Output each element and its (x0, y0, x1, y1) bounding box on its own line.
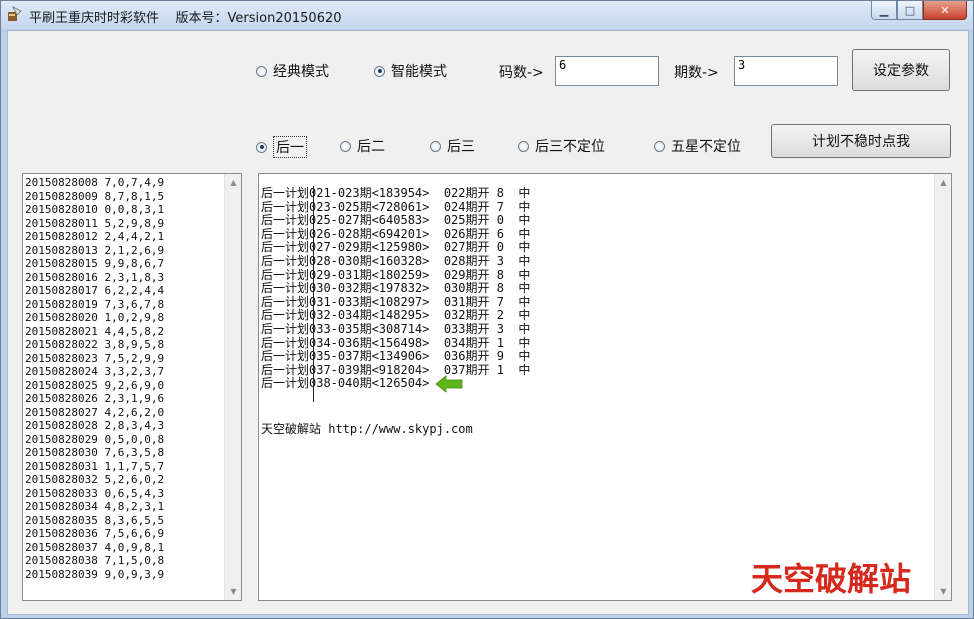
minimize-button[interactable]: ▁ (871, 1, 897, 20)
radio-last-three-label: 后三 (447, 139, 475, 155)
history-item[interactable]: 20150828009 8,7,8,1,5 (25, 190, 221, 204)
history-item[interactable]: 20150828012 2,4,4,2,1 (25, 230, 221, 244)
plan-line: 后一计划028-030期<160328> 028期开 3 中 (261, 253, 531, 268)
history-item[interactable]: 20150828022 3,8,9,5,8 (25, 338, 221, 352)
scroll-up-icon[interactable]: ▲ (935, 174, 952, 191)
radio-last-three-unfixed-label: 后三不定位 (535, 139, 605, 155)
history-scrollbar[interactable]: ▲ ▼ (224, 174, 241, 600)
periods-label: 期数-> (674, 65, 719, 81)
green-left-arrow-icon (435, 375, 463, 393)
codes-input[interactable]: 6 (555, 56, 659, 86)
plan-line: 后一计划038-040期<126504> (261, 376, 430, 391)
history-item[interactable]: 20150828026 2,3,1,9,6 (25, 392, 221, 406)
plan-line: 后一计划035-037期<134906> 036期开 9 中 (261, 349, 531, 364)
radio-indicator (256, 65, 267, 77)
set-params-button[interactable]: 设定参数 (852, 49, 950, 91)
radio-last-three-unfixed[interactable]: 后三不定位 (518, 136, 605, 156)
history-list: 20150828008 7,0,7,4,9 20150828009 8,7,8,1… (25, 176, 221, 581)
radio-indicator (654, 140, 665, 152)
maximize-button[interactable]: □ (897, 1, 923, 20)
history-item[interactable]: 20150828031 1,1,7,5,7 (25, 460, 221, 474)
history-item[interactable]: 20150828032 5,2,6,0,2 (25, 473, 221, 487)
radio-last-one[interactable]: 后一 (256, 136, 307, 158)
history-item[interactable]: 20150828024 3,3,2,3,7 (25, 365, 221, 379)
history-item[interactable]: 20150828028 2,8,3,4,3 (25, 419, 221, 433)
history-item[interactable]: 20150828033 0,6,5,4,3 (25, 487, 221, 501)
plan-scrollbar[interactable]: ▲ ▼ (934, 174, 951, 600)
main-window: 平刷王重庆时时彩软件 版本号：Version20150620 ▁ □ ✕ 经典模… (0, 0, 974, 619)
watermark-text: 天空破解站 (751, 560, 912, 598)
text-cursor (313, 186, 314, 402)
history-item[interactable]: 20150828011 5,2,9,8,9 (25, 217, 221, 231)
unstable-plan-button[interactable]: 计划不稳时点我 (771, 124, 951, 158)
periods-input[interactable]: 3 (734, 56, 838, 86)
radio-five-star-unfixed[interactable]: 五星不定位 (654, 136, 741, 156)
radio-indicator-selected (256, 141, 267, 153)
radio-last-three[interactable]: 后三 (430, 136, 475, 156)
codes-label: 码数-> (499, 65, 544, 81)
radio-indicator (430, 140, 441, 152)
app-icon (8, 6, 22, 21)
client-area: 经典模式 智能模式 码数-> 6 期数-> 3 设定参数 后一 后二 后三 后三… (7, 30, 969, 615)
site-url-line: 天空破解站 http://www.skypj.com (261, 422, 473, 436)
radio-classic-mode-label: 经典模式 (273, 64, 329, 80)
window-controls: ▁ □ ✕ (871, 1, 967, 21)
history-item[interactable]: 20150828027 4,2,6,2,0 (25, 406, 221, 420)
scroll-down-icon[interactable]: ▼ (225, 583, 242, 600)
history-item[interactable]: 20150828038 7,1,5,0,8 (25, 554, 221, 568)
history-item[interactable]: 20150828037 4,0,9,8,1 (25, 541, 221, 555)
history-item[interactable]: 20150828008 7,0,7,4,9 (25, 176, 221, 190)
window-title: 平刷王重庆时时彩软件 版本号：Version20150620 (29, 11, 342, 26)
scroll-up-icon[interactable]: ▲ (225, 174, 242, 191)
radio-five-star-unfixed-label: 五星不定位 (671, 139, 741, 155)
history-item[interactable]: 20150828013 2,1,2,6,9 (25, 244, 221, 258)
plan-line: 后一计划037-039期<918204> 037期开 1 中 (261, 362, 531, 377)
radio-indicator (340, 140, 351, 152)
history-item[interactable]: 20150828019 7,3,6,7,8 (25, 298, 221, 312)
radio-last-two[interactable]: 后二 (340, 136, 385, 156)
history-item[interactable]: 20150828015 9,9,8,6,7 (25, 257, 221, 271)
radio-classic-mode[interactable]: 经典模式 (256, 61, 329, 81)
scroll-down-icon[interactable]: ▼ (935, 583, 952, 600)
history-item[interactable]: 20150828025 9,2,6,9,0 (25, 379, 221, 393)
history-item[interactable]: 20150828023 7,5,2,9,9 (25, 352, 221, 366)
radio-smart-mode-label: 智能模式 (391, 64, 447, 80)
close-button[interactable]: ✕ (923, 1, 967, 20)
history-item[interactable]: 20150828039 9,0,9,3,9 (25, 568, 221, 582)
history-item[interactable]: 20150828016 2,3,1,8,3 (25, 271, 221, 285)
history-listbox[interactable]: 20150828008 7,0,7,4,9 20150828009 8,7,8,1… (22, 173, 242, 601)
radio-indicator (518, 140, 529, 152)
plan-lines: 后一计划021-023期<183954> 022期开 8 中后一计划023-02… (261, 186, 531, 391)
history-item[interactable]: 20150828035 8,3,6,5,5 (25, 514, 221, 528)
plan-line: 后一计划032-034期<148295> 032期开 2 中 (261, 308, 531, 323)
history-item[interactable]: 20150828029 0,5,0,0,8 (25, 433, 221, 447)
history-item[interactable]: 20150828034 4,8,2,3,1 (25, 500, 221, 514)
history-item[interactable]: 20150828036 7,5,6,6,9 (25, 527, 221, 541)
radio-smart-mode[interactable]: 智能模式 (374, 61, 447, 81)
radio-last-two-label: 后二 (357, 139, 385, 155)
plan-output-box[interactable]: 后一计划021-023期<183954> 022期开 8 中后一计划023-02… (258, 173, 952, 601)
title-bar[interactable]: 平刷王重庆时时彩软件 版本号：Version20150620 ▁ □ ✕ (1, 1, 973, 29)
history-item[interactable]: 20150828010 0,0,8,3,1 (25, 203, 221, 217)
radio-last-one-label: 后一 (273, 136, 307, 158)
plan-line: 后一计划033-035期<308714> 033期开 3 中 (261, 321, 531, 336)
history-item[interactable]: 20150828017 6,2,2,4,4 (25, 284, 221, 298)
history-item[interactable]: 20150828021 4,4,5,8,2 (25, 325, 221, 339)
plan-line: 后一计划030-032期<197832> 030期开 8 中 (261, 281, 531, 296)
plan-line: 后一计划025-027期<640583> 025期开 0 中 (261, 213, 531, 228)
history-item[interactable]: 20150828020 1,0,2,9,8 (25, 311, 221, 325)
history-item[interactable]: 20150828030 7,6,3,5,8 (25, 446, 221, 460)
plan-line: 后一计划021-023期<183954> 022期开 8 中 (261, 186, 531, 200)
plan-line: 后一计划027-029期<125980> 027期开 0 中 (261, 240, 531, 255)
radio-indicator-selected (374, 65, 385, 77)
